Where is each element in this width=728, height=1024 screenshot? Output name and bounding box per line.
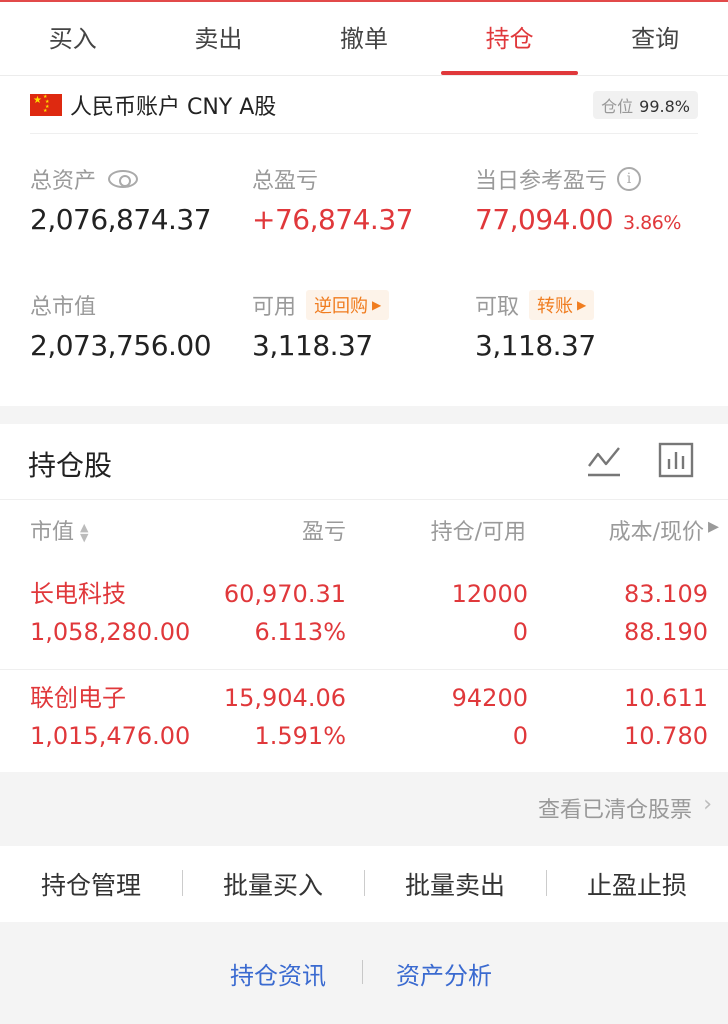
- column-pnl: 盈亏: [301, 520, 346, 545]
- batch-buy-button[interactable]: 批量买入: [182, 866, 364, 902]
- stock-cost: 10.611: [624, 684, 708, 712]
- holdings-action-bar: 持仓管理 批量买入 批量卖出 止盈止损: [0, 846, 728, 922]
- tab-query[interactable]: 查询: [582, 2, 728, 75]
- stock-available: 0: [512, 618, 528, 646]
- stock-available: 0: [512, 722, 528, 750]
- position-ratio-value: 99.8%: [639, 96, 690, 116]
- tab-cancel-order[interactable]: 撤单: [291, 2, 437, 75]
- footer-links: 持仓资讯 资产分析: [0, 922, 728, 1024]
- tab-sell[interactable]: 卖出: [146, 2, 292, 75]
- daily-pnl-label: 当日参考盈亏: [475, 169, 608, 194]
- stock-position: 94200: [451, 684, 528, 712]
- chevron-right-icon[interactable]: ▸: [708, 514, 719, 539]
- china-flag-icon: ★ ★ ★ ★ ★: [30, 93, 62, 116]
- stock-position: 12000: [451, 580, 528, 608]
- total-pnl: 总盈亏 +76,874.37: [252, 163, 413, 236]
- position-ratio-badge: 仓位 99.8%: [593, 90, 698, 119]
- info-icon[interactable]: i: [617, 167, 642, 191]
- available-value: 3,118.37: [252, 329, 373, 362]
- tab-buy[interactable]: 买入: [0, 2, 146, 75]
- holdings-title: 持仓股: [28, 449, 113, 482]
- daily-pnl-value: 77,094.00: [475, 203, 614, 236]
- withdrawable-funds: 可取 转账 ▶ 3,118.37: [475, 289, 596, 362]
- tab-holdings[interactable]: 持仓: [437, 2, 583, 75]
- stock-market-value: 1,015,476.00: [30, 722, 191, 750]
- total-pnl-label: 总盈亏: [252, 169, 319, 194]
- column-position: 持仓/可用: [430, 520, 526, 545]
- table-row[interactable]: 长电科技 1,058,280.00 60,970.31 6.113% 12000…: [0, 566, 728, 670]
- position-ratio-label: 仓位: [601, 96, 634, 116]
- stock-cost: 83.109: [624, 580, 708, 608]
- stock-pnl: 60,970.31: [223, 580, 346, 608]
- stock-pnl: 15,904.06: [223, 684, 346, 712]
- manage-holdings-button[interactable]: 持仓管理: [0, 866, 182, 902]
- available-label: 可用: [252, 295, 297, 320]
- stock-name: 长电科技: [30, 580, 126, 608]
- column-market-value[interactable]: 市值 ▲ ▼: [30, 514, 88, 546]
- market-value: 总市值 2,073,756.00: [30, 289, 212, 362]
- withdrawable-label: 可取: [475, 295, 520, 320]
- column-market-value-label: 市值: [30, 520, 75, 545]
- holdings-news-link[interactable]: 持仓资讯: [230, 956, 326, 991]
- holdings-panel: 持仓股 市值 ▲ ▼ 盈亏 持仓/可用 成本/现价 ▸ 长电科技 1,058,280…: [0, 424, 728, 772]
- triangle-right-icon: ▶: [577, 298, 587, 312]
- asset-analysis-link[interactable]: 资产分析: [396, 956, 492, 991]
- table-row[interactable]: 联创电子 1,015,476.00 15,904.06 1.591% 94200…: [0, 670, 728, 774]
- line-chart-icon[interactable]: [586, 444, 622, 478]
- batch-sell-button[interactable]: 批量卖出: [364, 866, 546, 902]
- transfer-label: 转账: [537, 296, 574, 317]
- total-assets: 总资产 2,076,874.37: [30, 163, 212, 236]
- account-selector[interactable]: ★ ★ ★ ★ ★ 人民币账户 CNY A股 仓位 99.8%: [30, 76, 698, 134]
- cleared-stocks-label: 查看已清仓股票: [537, 798, 692, 823]
- daily-pnl-percent: 3.86%: [623, 212, 681, 234]
- column-cost-price: 成本/现价: [608, 520, 704, 545]
- stock-market-value: 1,058,280.00: [30, 618, 191, 646]
- account-summary: ★ ★ ★ ★ ★ 人民币账户 CNY A股 仓位 99.8% 总资产 2,076,874…: [0, 76, 728, 406]
- stock-name: 联创电子: [30, 684, 126, 712]
- daily-pnl: 当日参考盈亏 i 77,094.00 3.86%: [475, 163, 681, 236]
- available-funds: 可用 逆回购 ▶ 3,118.37: [252, 289, 390, 362]
- eye-icon[interactable]: [108, 170, 139, 188]
- sort-arrows-icon: ▲ ▼: [80, 521, 89, 544]
- holdings-header: 持仓股: [0, 424, 728, 500]
- transfer-button[interactable]: 转账 ▶: [529, 290, 595, 320]
- market-value-value: 2,073,756.00: [30, 329, 212, 362]
- chevron-right-icon: ›: [703, 792, 712, 817]
- link-divider: [362, 960, 363, 984]
- total-pnl-value: +76,874.37: [252, 203, 413, 236]
- stock-price: 10.780: [624, 722, 708, 750]
- total-assets-label: 总资产: [30, 169, 97, 194]
- stock-pnl-percent: 1.591%: [254, 722, 346, 750]
- triangle-right-icon: ▶: [372, 298, 382, 312]
- withdrawable-value: 3,118.37: [475, 329, 596, 362]
- bar-chart-icon[interactable]: [658, 442, 694, 478]
- reverse-repo-label: 逆回购: [314, 296, 369, 317]
- reverse-repo-button[interactable]: 逆回购 ▶: [306, 290, 390, 320]
- trade-tab-bar: 买入 卖出 撤单 持仓 查询: [0, 0, 728, 76]
- account-name: 人民币账户 CNY A股: [70, 94, 277, 120]
- stock-pnl-percent: 6.113%: [254, 618, 346, 646]
- total-assets-value: 2,076,874.37: [30, 203, 212, 236]
- stock-price: 88.190: [624, 618, 708, 646]
- take-profit-stop-loss-button[interactable]: 止盈止损: [546, 866, 728, 902]
- market-value-label: 总市值: [30, 295, 97, 320]
- cleared-stocks-link[interactable]: 查看已清仓股票 ›: [0, 772, 728, 846]
